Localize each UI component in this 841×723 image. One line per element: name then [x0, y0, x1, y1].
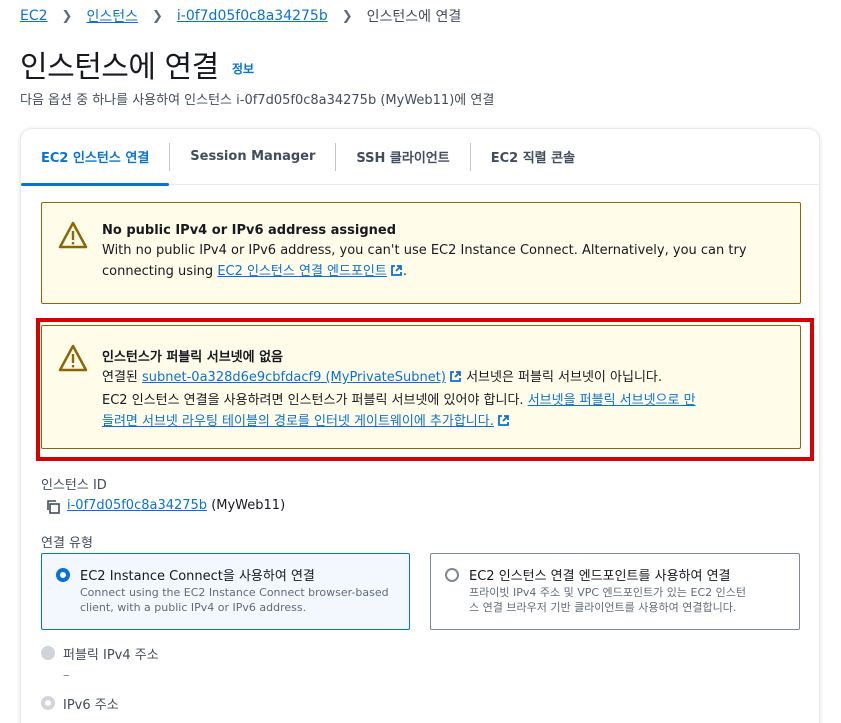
tab-session-manager[interactable]: Session Manager: [170, 129, 335, 185]
breadcrumb-ec2[interactable]: EC2: [20, 8, 48, 24]
connect-panel: EC2 인스턴스 연결 Session Manager SSH 클라이언트 EC…: [20, 128, 820, 723]
alert-text: .: [402, 264, 407, 279]
breadcrumb: EC2 ❯ 인스턴스 ❯ i-0f7d05f0c8a34275b ❯ 인스턴스에…: [20, 6, 461, 26]
option-ec2-endpoint[interactable]: EC2 인스턴스 연결 엔드포인트를 사용하여 연결 프라이빗 IPv4 주소 …: [430, 553, 800, 630]
external-link-icon: [449, 369, 462, 390]
endpoint-doc-link[interactable]: EC2 인스턴스 연결 엔드포인트: [217, 264, 387, 279]
not-public-subnet-alert: 인스턴스가 퍼블릭 서브넷에 없음 연결된 subnet-0a328d6e9cb…: [41, 325, 801, 449]
tab-ssh-client[interactable]: SSH 클라이언트: [336, 129, 469, 185]
info-link[interactable]: 정보: [232, 60, 254, 77]
chevron-right-icon: ❯: [341, 8, 353, 24]
copy-icon[interactable]: [45, 499, 61, 519]
alert-text: 서브넷은 퍼블릭 서브넷이 아닙니다.: [461, 370, 662, 385]
no-public-ip-alert: No public IPv4 or IPv6 address assigned …: [41, 202, 801, 304]
page-title: 인스턴스에 연결: [20, 50, 219, 85]
page-description: 다음 옵션 중 하나를 사용하여 인스턴스 i-0f7d05f0c8a34275…: [20, 93, 495, 108]
radio-unselected[interactable]: [445, 568, 459, 582]
alert-text: EC2 인스턴스 연결을 사용하려면 인스턴스가 퍼블릭 서브넷에 있어야 합니…: [102, 393, 528, 408]
route-table-help-link[interactable]: 서브넷을 퍼블릭 서브넷으로 만: [528, 393, 696, 408]
public-ipv4-value: –: [63, 668, 70, 683]
tab-ec2-serial-console[interactable]: EC2 직렬 콘솔: [471, 129, 595, 185]
instance-name: (MyWeb11): [211, 498, 286, 513]
breadcrumb-instances[interactable]: 인스턴스: [86, 6, 138, 26]
instance-id-value: i-0f7d05f0c8a34275b (MyWeb11): [67, 498, 285, 513]
option-title: EC2 Instance Connect을 사용하여 연결: [80, 569, 315, 584]
option-description: 프라이빗 IPv4 주소 및 VPC 엔드포인트가 있는 EC2 인스턴: [469, 586, 746, 599]
tab-ec2-instance-connect[interactable]: EC2 인스턴스 연결: [21, 129, 170, 186]
radio-selected[interactable]: [56, 568, 70, 582]
option-description: client, with a public IPv4 or IPv6 addre…: [80, 601, 307, 614]
alert-text: 연결된: [102, 370, 143, 385]
route-table-help-link[interactable]: 들려면 서브넷 라우팅 테이블의 경로를 인터넷 게이트웨이에 추가합니다.: [102, 414, 494, 429]
alert-text: With no public IPv4 or IPv6 address, you…: [102, 243, 747, 258]
chevron-right-icon: ❯: [61, 8, 73, 24]
alert-text: connecting using: [102, 264, 218, 279]
alert-title: 인스턴스가 퍼블릭 서브넷에 없음: [102, 350, 284, 365]
radio-public-ipv4-disabled: [41, 646, 55, 660]
alert-title: No public IPv4 or IPv6 address assigned: [102, 223, 397, 238]
chevron-right-icon: ❯: [151, 8, 163, 24]
external-link-icon: [390, 263, 403, 284]
public-ipv4-label: 퍼블릭 IPv4 주소: [63, 648, 159, 663]
option-ec2-instance-connect[interactable]: EC2 Instance Connect을 사용하여 연결 Connect us…: [41, 553, 410, 630]
warning-icon: [58, 221, 88, 253]
external-link-icon: [497, 413, 510, 434]
breadcrumb-instance-id[interactable]: i-0f7d05f0c8a34275b: [177, 8, 328, 24]
warning-icon: [58, 344, 88, 376]
option-description: Connect using the EC2 Instance Connect b…: [80, 586, 389, 599]
instance-id-link[interactable]: i-0f7d05f0c8a34275b: [67, 498, 207, 513]
subnet-link[interactable]: subnet-0a328d6e9cbfdacf9 (MyPrivateSubne…: [142, 370, 446, 385]
tab-list: EC2 인스턴스 연결 Session Manager SSH 클라이언트 EC…: [21, 129, 819, 186]
option-title: EC2 인스턴스 연결 엔드포인트를 사용하여 연결: [469, 569, 731, 584]
ipv6-label: IPv6 주소: [63, 698, 119, 713]
radio-ipv6-disabled: [41, 696, 55, 710]
option-description: 스 연결 브라우저 기반 클라이언트를 사용하여 연결합니다.: [469, 601, 737, 614]
breadcrumb-current: 인스턴스에 연결: [366, 9, 462, 25]
instance-id-label: 인스턴스 ID: [41, 478, 107, 493]
connection-type-label: 연결 유형: [41, 536, 93, 551]
